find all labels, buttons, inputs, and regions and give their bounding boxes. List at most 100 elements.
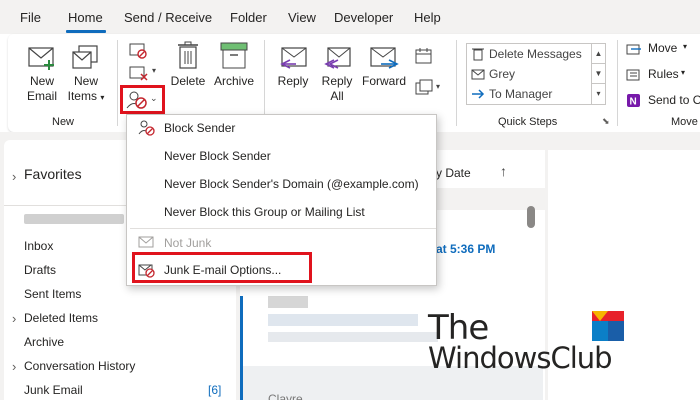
reply-button[interactable]: Reply — [274, 44, 312, 89]
ribbon-separator — [617, 40, 618, 126]
quick-step-label: To Manager — [489, 87, 553, 101]
trash-icon — [178, 41, 198, 69]
folder-inbox[interactable]: Inbox — [24, 239, 53, 253]
folder-junk-email[interactable]: Junk Email — [24, 383, 83, 397]
forward-label: Forward — [361, 74, 406, 88]
delete-label: Delete — [170, 74, 206, 88]
new-items-label-2: Items — [67, 89, 97, 103]
menu-item-junk-email-options[interactable]: Junk E-mail Options... — [164, 263, 281, 277]
chevron-down-icon: ▾ — [152, 66, 157, 75]
menu-home[interactable]: Home — [68, 10, 103, 25]
menu-bar: File Home Send / Receive Folder View Dev… — [0, 0, 700, 34]
group-label-move: Move — [671, 116, 698, 128]
folder-sent-items[interactable]: Sent Items — [24, 287, 81, 301]
chevron-down-icon[interactable]: ▼ — [592, 64, 605, 84]
message-sender-partial: Clayre — [268, 392, 303, 400]
reply-all-icon — [324, 47, 351, 69]
blurred-preview — [268, 332, 438, 342]
chevron-down-icon: ▾ — [681, 68, 686, 77]
quick-steps-gallery: Delete Messages Grey To Manager ▲ ▼ ▾ — [466, 43, 606, 105]
new-email-button[interactable]: New Email — [22, 44, 62, 104]
menu-item-not-junk: Not Junk — [164, 236, 212, 250]
blurred-subject — [268, 314, 418, 326]
new-items-icon — [72, 45, 98, 69]
group-label-quick-steps: Quick Steps — [498, 116, 558, 128]
list-scrollbar[interactable] — [527, 206, 535, 228]
menu-file[interactable]: File — [20, 10, 41, 25]
menu-help[interactable]: Help — [414, 10, 441, 25]
archive-icon — [220, 42, 248, 69]
chevron-up-icon[interactable]: ▲ — [592, 44, 605, 64]
folder-conversation-history[interactable]: Conversation History — [24, 359, 135, 373]
reply-all-label-2: All — [330, 89, 344, 103]
new-items-button[interactable]: New Items ▾ — [64, 44, 108, 105]
block-sender-icon — [138, 120, 155, 136]
sort-direction-icon[interactable]: ↑ — [500, 163, 507, 179]
ribbon-separator — [456, 40, 457, 126]
arrow-right-icon — [472, 89, 485, 99]
folder-drafts[interactable]: Drafts — [24, 263, 56, 277]
menu-item-never-block-group[interactable]: Never Block this Group or Mailing List — [164, 205, 365, 219]
menu-view[interactable]: View — [288, 10, 316, 25]
group-label-new: New — [52, 116, 75, 128]
chevron-right-icon[interactable]: › — [12, 169, 16, 184]
new-email-label-2: Email — [26, 89, 57, 103]
chevron-down-icon: ▾ — [436, 82, 441, 91]
menu-send-receive[interactable]: Send / Receive — [124, 10, 212, 25]
menu-item-block-sender[interactable]: Block Sender — [164, 121, 235, 135]
quick-step-grey[interactable]: Grey — [467, 64, 591, 84]
dialog-launcher-icon[interactable]: ⬊ — [602, 116, 610, 127]
chevron-right-icon[interactable]: › — [12, 311, 16, 326]
move-label: Move — [648, 41, 678, 55]
onenote-icon: N — [627, 94, 640, 108]
meeting-icon[interactable] — [414, 46, 434, 66]
menu-folder[interactable]: Folder — [230, 10, 267, 25]
clean-up-icon[interactable] — [128, 64, 152, 82]
archive-button[interactable]: Archive — [210, 40, 258, 89]
quick-step-to-manager[interactable]: To Manager — [467, 84, 591, 104]
junk-options-icon — [138, 264, 155, 278]
chevron-right-icon[interactable]: › — [12, 359, 16, 374]
more-respond-icon[interactable] — [414, 78, 434, 98]
junk-block-person-icon — [126, 91, 147, 109]
chevron-down-icon: ⌄ — [150, 93, 158, 103]
favorites-header[interactable]: Favorites — [24, 166, 82, 182]
move-icon — [626, 44, 641, 55]
menu-developer[interactable]: Developer — [334, 10, 393, 25]
chevron-down-icon: ▾ — [100, 93, 105, 102]
reply-label: Reply — [277, 74, 309, 88]
new-email-label-1: New — [29, 74, 54, 88]
rules-label: Rules — [648, 67, 679, 81]
folder-deleted-items[interactable]: Deleted Items — [24, 311, 98, 325]
forward-icon — [370, 47, 399, 69]
envelope-icon — [28, 47, 54, 70]
forward-button[interactable]: Forward — [360, 44, 408, 89]
junk-unread-count: [6] — [208, 383, 222, 397]
blurred-sender — [268, 296, 308, 308]
menu-item-never-block-sender[interactable]: Never Block Sender — [164, 149, 271, 163]
not-junk-icon — [138, 236, 154, 248]
delete-button[interactable]: Delete — [168, 40, 208, 89]
new-items-label-1: New — [73, 74, 98, 88]
send-to-onenote-label: Send to O — [648, 93, 700, 107]
junk-button[interactable]: ⌄ — [123, 88, 162, 111]
message-time: at 5:36 PM — [436, 242, 496, 256]
sort-by-label[interactable]: y Date — [436, 166, 471, 180]
reply-all-label-1: Reply — [321, 74, 353, 88]
expand-gallery-icon[interactable]: ▾ — [592, 84, 605, 104]
rules-icon — [626, 69, 640, 81]
reply-all-button[interactable]: Reply All — [316, 44, 358, 104]
chevron-down-icon: ▾ — [683, 42, 688, 51]
quick-step-delete-messages[interactable]: Delete Messages — [467, 44, 591, 64]
account-name-blurred — [24, 214, 124, 224]
ignore-icon[interactable] — [128, 40, 148, 60]
quick-steps-scroller[interactable]: ▲ ▼ ▾ — [591, 44, 605, 104]
folder-archive[interactable]: Archive — [24, 335, 64, 349]
trash-icon — [472, 48, 484, 61]
watermark-logo-icon — [592, 311, 624, 341]
reply-icon — [280, 47, 307, 69]
menu-item-never-block-domain[interactable]: Never Block Sender's Domain (@example.co… — [164, 177, 419, 191]
ribbon-separator — [117, 40, 118, 126]
svg-text:N: N — [630, 97, 637, 108]
active-tab-indicator — [66, 30, 106, 33]
